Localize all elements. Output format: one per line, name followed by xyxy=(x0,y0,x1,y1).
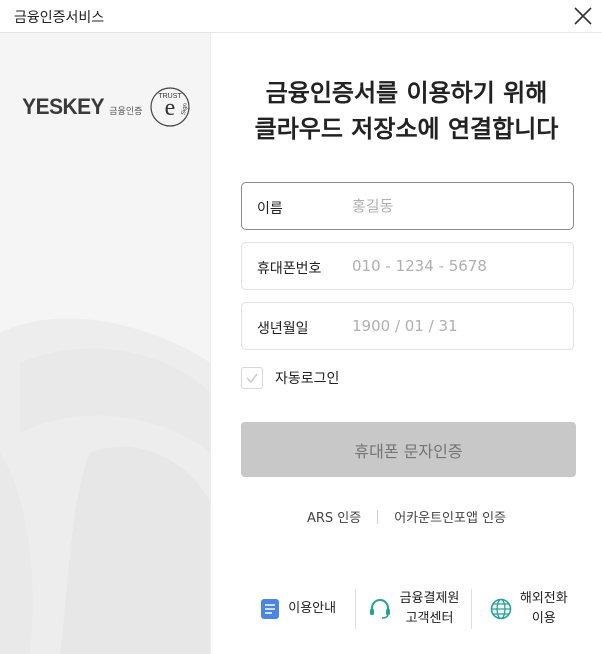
overseas-call-link[interactable]: 해외전화 이용 xyxy=(472,585,586,633)
name-label: 이름 xyxy=(257,201,283,217)
customer-center-line-1: 금융결제원 xyxy=(399,591,460,606)
yeskey-logo: YESKEY 금융인증 e TRUST Sign xyxy=(20,85,192,129)
page-heading: 금융인증서를 이용하기 위해 클라우드 저장소에 연결합니다 xyxy=(211,75,602,147)
customer-center-label: 금융결제원 고객센터 xyxy=(400,589,460,629)
usage-guide-label: 이용안내 xyxy=(288,601,337,616)
document-icon xyxy=(261,599,280,619)
close-icon[interactable] xyxy=(572,5,594,27)
customer-center-line-2: 고객센터 xyxy=(405,611,454,626)
trust-esign-seal-icon: e TRUST Sign xyxy=(150,87,190,127)
title-bar: 금융인증서비스 xyxy=(0,0,602,33)
birthdate-field[interactable]: 생년월일 xyxy=(241,302,574,350)
sms-auth-button[interactable]: 휴대폰 문자인증 xyxy=(241,422,576,477)
name-field[interactable]: 이름 xyxy=(241,182,574,230)
auth-form-panel: 금융인증서를 이용하기 위해 클라우드 저장소에 연결합니다 이름 휴대폰번호 … xyxy=(211,33,602,654)
bottom-help-links: 이용안내 금융결제원 고객센터 해외전화 이용 xyxy=(241,585,586,633)
link-divider xyxy=(377,509,379,524)
left-brand-panel: YESKEY 금융인증 e TRUST Sign xyxy=(0,33,211,654)
checkbox-box[interactable] xyxy=(241,367,263,389)
overseas-call-label: 해외전화 이용 xyxy=(520,589,568,629)
ars-auth-link[interactable]: ARS 인증 xyxy=(307,507,361,526)
svg-text:TRUST: TRUST xyxy=(159,93,183,100)
usage-guide-link[interactable]: 이용안내 xyxy=(241,585,355,633)
headset-icon xyxy=(369,599,390,619)
heading-line-1: 금융인증서를 이용하기 위해 xyxy=(265,79,548,107)
auto-login-label: 자동로그인 xyxy=(275,371,340,387)
phone-label: 휴대폰번호 xyxy=(257,261,322,277)
check-icon xyxy=(246,373,258,384)
birthdate-label: 생년월일 xyxy=(257,321,309,337)
overseas-call-line-2: 이용 xyxy=(531,611,556,626)
auto-login-checkbox[interactable]: 자동로그인 xyxy=(241,367,339,389)
phone-input[interactable] xyxy=(352,255,552,277)
globe-icon xyxy=(490,598,512,620)
customer-center-link[interactable]: 금융결제원 고객센터 xyxy=(356,585,470,633)
logo-subtext: 금융인증 xyxy=(109,106,143,117)
account-info-app-auth-link[interactable]: 어카운트인포앱 인증 xyxy=(394,507,506,526)
name-input[interactable] xyxy=(352,195,552,217)
phone-field[interactable]: 휴대폰번호 xyxy=(241,242,574,290)
heading-line-2: 클라우드 저장소에 연결합니다 xyxy=(254,115,559,143)
window-title: 금융인증서비스 xyxy=(14,10,105,26)
birthdate-input[interactable] xyxy=(352,315,552,337)
logo-text: YESKEY xyxy=(22,94,105,119)
alt-auth-links: ARS 인증 어카운트인포앱 인증 xyxy=(211,507,602,526)
overseas-call-line-1: 해외전화 xyxy=(519,591,568,606)
